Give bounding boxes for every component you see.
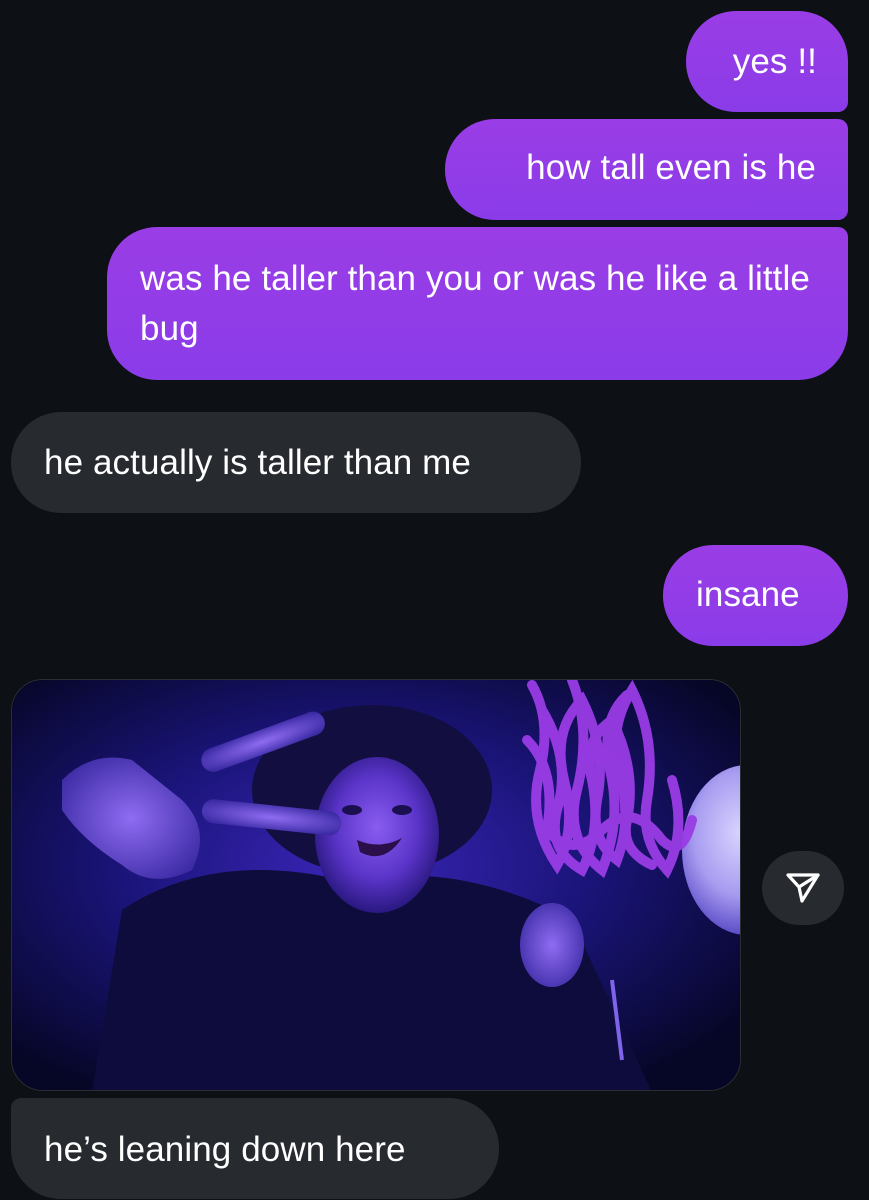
sent-message[interactable]: insane xyxy=(663,545,848,646)
photo-message[interactable] xyxy=(11,679,741,1091)
message-text: he’s leaning down here xyxy=(44,1130,406,1169)
message-text: insane xyxy=(696,575,800,614)
message-text: was he taller than you or was he like a … xyxy=(140,259,810,348)
sent-message[interactable]: was he taller than you or was he like a … xyxy=(107,227,848,380)
photo-image xyxy=(12,680,740,1090)
chat-thread: yes !! how tall even is he was he taller… xyxy=(0,0,869,1200)
message-text: how tall even is he xyxy=(526,148,816,187)
received-message[interactable]: he’s leaning down here xyxy=(11,1098,499,1199)
send-arrow-icon xyxy=(786,873,820,903)
sent-message[interactable]: yes !! xyxy=(686,11,848,112)
share-button[interactable] xyxy=(762,851,844,925)
message-text: he actually is taller than me xyxy=(44,443,472,482)
received-message[interactable]: he actually is taller than me xyxy=(11,412,581,513)
message-text: yes !! xyxy=(732,42,817,81)
sent-message[interactable]: how tall even is he xyxy=(445,119,848,220)
